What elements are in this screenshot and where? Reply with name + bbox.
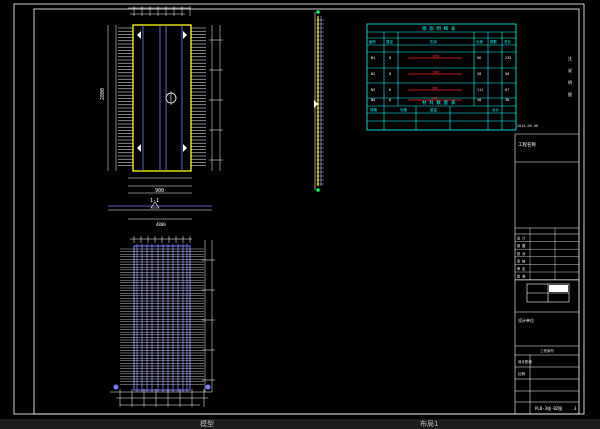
plan-width-label: 900 bbox=[155, 188, 164, 194]
schedule-title: 钢 筋 明 细 表 bbox=[422, 25, 456, 32]
svg-text:说: 说 bbox=[568, 67, 572, 73]
svg-text:明: 明 bbox=[568, 80, 572, 85]
svg-text:4800: 4800 bbox=[156, 222, 166, 227]
section-label: 1-1 bbox=[150, 198, 159, 204]
row-total: 50 bbox=[505, 72, 509, 76]
svg-text:工程编号: 工程编号 bbox=[540, 348, 554, 353]
row-id: N1 bbox=[371, 56, 375, 60]
row-length: 600 bbox=[432, 86, 438, 90]
schedule-header: 形状 bbox=[430, 39, 438, 44]
schedule-header: 编号 bbox=[369, 39, 377, 44]
section-view: 1-1 4800 bbox=[108, 198, 212, 227]
schedule-header: 直径 bbox=[386, 39, 394, 44]
title-block-label: 制 图 bbox=[517, 243, 525, 248]
row-diameter: 8 bbox=[389, 72, 391, 76]
title-block-label: 审 核 bbox=[517, 258, 526, 263]
ratio-label: 比例 bbox=[518, 371, 526, 376]
rebar-detail-view bbox=[110, 236, 215, 407]
row-length: 960 bbox=[432, 96, 438, 100]
row-length: 1800 bbox=[432, 70, 439, 74]
row-count: 112 bbox=[477, 88, 483, 92]
company-note: 设计单位 bbox=[518, 317, 534, 323]
schedule-header: 长度 bbox=[476, 39, 484, 44]
row-diameter: 6 bbox=[389, 98, 391, 102]
row-id: N4 bbox=[371, 98, 375, 102]
project-label: 工程名称 bbox=[518, 141, 536, 148]
tab-layout1[interactable]: 布局1 bbox=[420, 420, 438, 428]
schedule-header: 根数 bbox=[490, 39, 498, 44]
cad-viewport[interactable]: 2800 900 1-1 4800 钢 筋 明 细 表 材 料 数 量 表 编号… bbox=[0, 0, 600, 429]
side-elevation bbox=[314, 10, 324, 192]
row-id: N3 bbox=[371, 88, 375, 92]
row-total: 67 bbox=[505, 88, 509, 92]
status-bar: 模型 布局1 bbox=[0, 419, 600, 429]
row-length: 4200 bbox=[432, 54, 439, 58]
row-count: 56 bbox=[477, 56, 481, 60]
vertical-note: 注 说 明 图 bbox=[568, 55, 572, 97]
title-block-label: 设 计 bbox=[517, 236, 526, 241]
plan-view: 2800 900 bbox=[100, 6, 223, 194]
row-total: 235 bbox=[505, 56, 511, 60]
stage-label: 设计阶段 bbox=[518, 359, 532, 364]
title-block-label: 批 准 bbox=[517, 274, 526, 279]
summary-header: 规格 bbox=[370, 107, 378, 112]
schedule-table: 钢 筋 明 细 表 材 料 数 量 表 编号 直径 形状 长度 根数 总长 N1 8 4200… bbox=[366, 23, 517, 131]
svg-text:图: 图 bbox=[568, 91, 572, 97]
tab-model[interactable]: 模型 bbox=[200, 420, 214, 428]
row-diameter: 6 bbox=[389, 88, 391, 92]
cad-drawing: 2800 900 1-1 4800 钢 筋 明 细 表 材 料 数 量 表 编号… bbox=[13, 3, 585, 415]
row-count: 28 bbox=[477, 72, 481, 76]
summary-header: 合计 bbox=[492, 107, 500, 112]
outer-frame bbox=[13, 3, 585, 415]
title-block: 工程名称 设 计制 图校 对审 核审 定批 准 设计单位 工程编号 设计阶段 比… bbox=[514, 133, 579, 414]
drawing-number: 3 bbox=[574, 406, 577, 411]
svg-text:2018.08.08: 2018.08.08 bbox=[517, 124, 538, 128]
summary-header: 长度 bbox=[400, 107, 408, 112]
title-block-label: 校 对 bbox=[517, 251, 526, 256]
svg-text:注: 注 bbox=[568, 55, 572, 61]
row-total: 38 bbox=[505, 98, 509, 102]
row-id: N2 bbox=[371, 72, 375, 76]
row-count: 40 bbox=[477, 98, 481, 102]
title-block-label: 审 定 bbox=[517, 266, 526, 271]
schedule-header: 总长 bbox=[504, 39, 512, 44]
row-diameter: 8 bbox=[389, 56, 391, 60]
plan-length-label: 2800 bbox=[100, 88, 106, 100]
drawing-name: PLB-3张-BZ图 bbox=[535, 405, 562, 411]
summary-header: 重量 bbox=[430, 107, 438, 112]
